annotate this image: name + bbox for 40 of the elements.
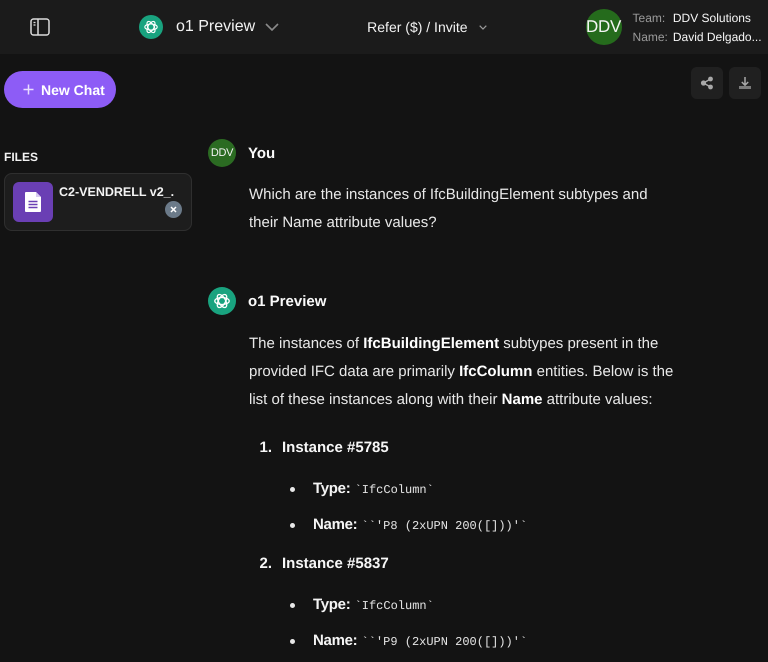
attribute-line: Type: `IfcColumn` <box>313 595 434 615</box>
chevron-down-icon <box>265 23 280 31</box>
author-name: You <box>248 144 276 162</box>
bullet-icon <box>290 638 295 644</box>
sidebar-toggle-icon[interactable] <box>30 18 50 36</box>
bullet-icon <box>290 602 295 608</box>
share-icon <box>700 76 714 90</box>
instance-title: Instance #5785 <box>282 438 389 458</box>
instance-title: Instance #5837 <box>282 554 389 574</box>
chevron-down-icon <box>478 24 487 30</box>
close-icon[interactable] <box>165 201 182 218</box>
share-button[interactable] <box>691 67 723 99</box>
refer-invite-button[interactable]: Refer ($) / Invite <box>367 19 487 35</box>
user-name: David Delgado... <box>672 28 762 44</box>
list-number: 1. <box>258 438 272 458</box>
team-name: DDV Solutions <box>672 10 752 26</box>
download-icon <box>738 76 752 90</box>
user-avatar: DDV <box>208 139 236 167</box>
file-name: C2-VENDRELL v2_. <box>59 184 174 200</box>
download-button[interactable] <box>729 67 761 99</box>
new-chat-button[interactable]: New Chat <box>4 71 116 108</box>
team-label: Team: <box>632 10 666 26</box>
message-text: Which are the instances of IfcBuildingElement subtypes and their Name attribute values? <box>249 185 649 233</box>
author-name: o1 Preview <box>248 292 326 310</box>
document-icon <box>13 182 53 222</box>
files-heading: FILES <box>4 150 38 164</box>
attribute-line: Name: ``'P9 (2xUPN 200([]))'` <box>313 631 528 651</box>
model-selector[interactable]: o1 Preview <box>139 15 280 39</box>
plus-icon <box>23 84 34 95</box>
list-number: 2. <box>258 554 272 574</box>
file-card[interactable]: C2-VENDRELL v2_. <box>4 173 192 231</box>
knot-logo-icon <box>139 15 163 39</box>
attribute-line: Type: `IfcColumn` <box>313 479 434 499</box>
name-label: Name: <box>632 28 668 44</box>
bullet-icon <box>290 522 295 528</box>
attribute-line: Name: ``'P8 (2xUPN 200([]))'` <box>313 515 528 535</box>
knot-logo-icon <box>208 287 236 315</box>
user-avatar[interactable]: DDV <box>586 9 622 45</box>
message-text: The instances of IfcBuildingElement subtypes present in the provided IFC data are primarily IfcColumn entities. Below is the list of these instances along with their Name attribute values: <box>249 334 674 410</box>
bullet-icon <box>290 486 295 492</box>
